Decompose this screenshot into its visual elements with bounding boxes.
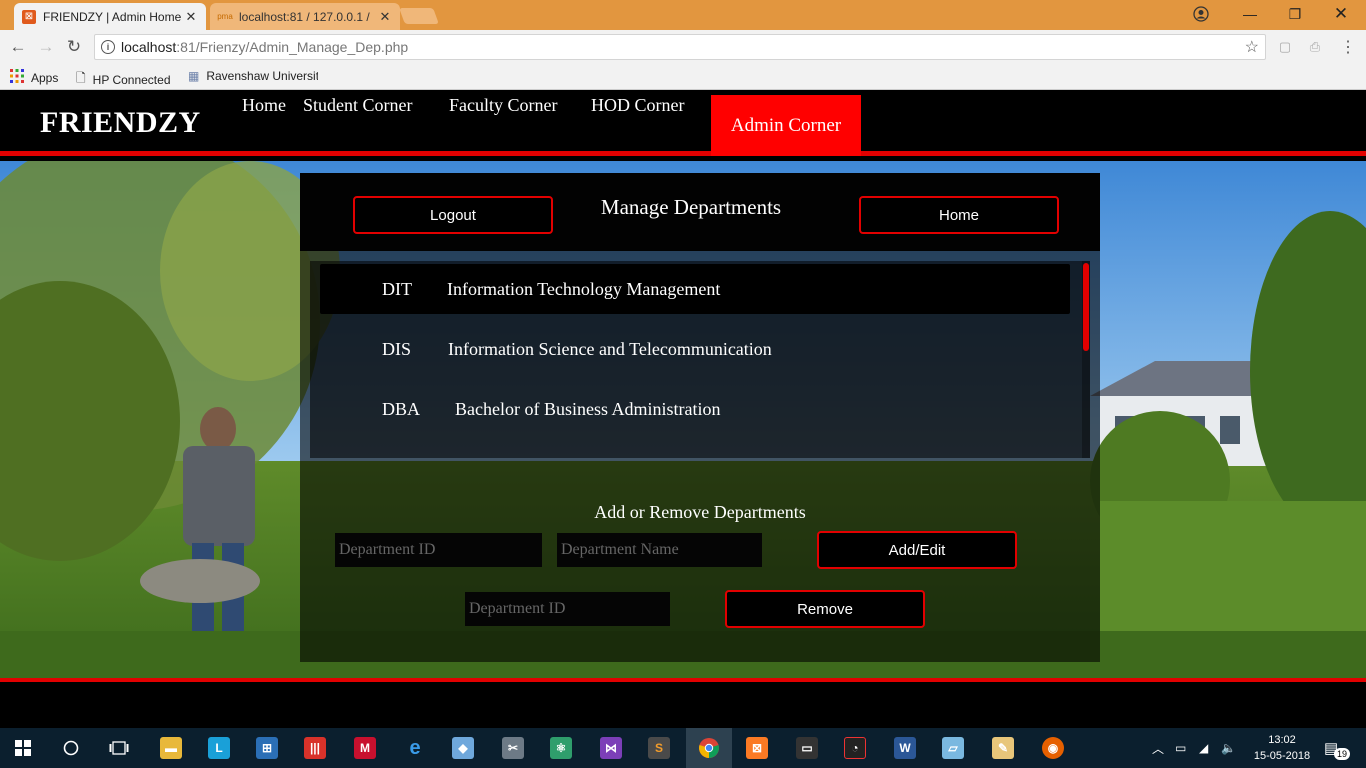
nav-student-corner[interactable]: Student Corner [303,95,413,116]
system-clock[interactable]: 13:02 15-05-2018 [1244,732,1320,764]
add-department-name-input[interactable]: Department Name [557,533,762,567]
bookmark-apps[interactable]: Apps [10,69,58,86]
site-brand[interactable]: FRIENDZY [40,106,201,140]
windows-start-icon[interactable] [0,728,46,768]
tab-title: FRIENDZY | Admin Home [43,9,182,24]
add-remove-heading: Add or Remove Departments [594,502,806,522]
nav-faculty-corner[interactable]: Faculty Corner [449,95,557,116]
department-id: DIS [382,338,412,359]
bookmarks-bar: Apps 🗋 HP Connected ▦ Ravenshaw Universi… [0,64,1366,90]
site-header: FRIENDZY Home Student Corner Faculty Cor… [0,91,1366,156]
new-tab-button[interactable] [399,8,439,24]
browser-tab-phpmyadmin[interactable]: pma localhost:81 / 127.0.0.1 / ✕ [210,3,400,30]
department-id: DBA [382,398,421,419]
department-list[interactable]: DIT Information Technology Management DI… [310,261,1090,458]
minimize-icon[interactable]: — [1227,0,1273,28]
profile-icon[interactable] [1178,0,1224,28]
file-explorer-icon[interactable]: ▬ [148,728,194,768]
site-favicon-icon: ▦ [188,69,200,83]
web-page: FRIENDZY Home Student Corner Faculty Cor… [0,91,1366,728]
department-row[interactable]: DBA Bachelor of Business Administration [320,384,1070,434]
department-name: Information Science and Telecommunicatio… [448,338,772,359]
app-l-icon[interactable]: L [196,728,242,768]
battery-icon[interactable]: ▭ [1175,728,1186,768]
bookmark-label: HP Connected [92,72,171,87]
home-button[interactable]: Home [859,196,1059,234]
department-name: Information Technology Management [447,278,721,299]
visual-studio-icon[interactable]: ⋈ [588,728,634,768]
panel-body: DIT Information Technology Management DI… [300,251,1100,662]
show-hidden-icons[interactable]: ︿ [1152,728,1164,768]
remove-button[interactable]: Remove [725,590,925,628]
wpm-gauge-icon[interactable]: ◔ [832,728,878,768]
page-icon: 🗋 [76,71,86,85]
menu-kebab-icon[interactable]: ⋮ [1340,39,1356,56]
bookmark-star-icon[interactable]: ☆ [1245,37,1259,57]
bookmark-hp-connected[interactable]: 🗋 HP Connected [76,69,171,90]
url-host: localhost [121,39,177,55]
extension-pocket-icon[interactable]: ▢ [1277,39,1293,55]
footer-divider [0,678,1366,682]
atom-icon[interactable]: ⚛ [538,728,584,768]
nav-home[interactable]: Home [242,95,286,116]
sublime-icon[interactable]: S [636,728,682,768]
windows-taskbar: ▬ L ⊞ ||| M e ◆ ✂ ⚛ ⋈ S ⊠ ▭ ◔ W ▱ ✎ ◉ ︿ … [0,728,1366,768]
chrome-icon[interactable] [686,728,732,768]
nav-hod-corner[interactable]: HOD Corner [591,95,684,116]
task-view-icon[interactable] [96,728,142,768]
firefox-icon[interactable]: ◉ [1030,728,1076,768]
notification-count-badge: 19 [1334,748,1351,760]
forward-arrow-icon[interactable]: → [35,36,57,58]
remove-department-id-input[interactable]: Department ID [465,592,670,626]
word-icon[interactable]: W [882,728,928,768]
xampp-favicon-icon: ⊠ [22,9,36,24]
manage-departments-panel: Logout Manage Departments Home DIT Infor… [300,173,1100,662]
tab-title: localhost:81 / 127.0.0.1 / [239,9,370,24]
browser-tab-active[interactable]: ⊠ FRIENDZY | Admin Home ✕ [14,3,206,30]
cube-app-icon[interactable]: ◆ [440,728,486,768]
extension-pdf-icon[interactable]: ⎙ [1307,39,1323,55]
tools-icon[interactable]: ✂ [490,728,536,768]
volume-icon[interactable]: 🔈 [1221,728,1236,768]
back-arrow-icon[interactable]: ← [7,36,29,58]
bookmark-label: Apps [31,70,59,85]
url-path: :81/Frienzy/Admin_Manage_Dep.php [176,39,409,55]
terminal-icon[interactable]: ▭ [784,728,830,768]
paint-icon[interactable]: ✎ [980,728,1026,768]
clock-time: 13:02 [1268,734,1296,746]
restore-icon[interactable]: ❐ [1272,0,1318,28]
add-edit-button[interactable]: Add/Edit [817,531,1017,569]
edge-icon[interactable]: e [392,728,438,768]
scrollbar-thumb[interactable] [1083,263,1089,351]
close-tab-icon[interactable]: ✕ [378,9,392,25]
mcafee-icon[interactable]: M [342,728,388,768]
clock-date: 15-05-2018 [1253,750,1311,762]
store-icon[interactable]: ⊞ [244,728,290,768]
department-row[interactable]: DIS Information Science and Telecommunic… [320,324,1070,374]
reload-icon[interactable]: ↻ [63,36,85,58]
app-red-icon[interactable]: ||| [292,728,338,768]
phpmyadmin-favicon-icon: pma [217,12,233,21]
bookmark-ravenshaw[interactable]: ▦ Ravenshaw University [188,69,318,83]
action-center-icon[interactable]: ▤ 19 [1324,728,1351,768]
list-scrollbar[interactable] [1082,261,1090,458]
department-id: DIT [382,278,412,299]
address-bar[interactable]: i localhost:81/Frienzy/Admin_Manage_Dep.… [94,34,1266,60]
department-name: Bachelor of Business Administration [455,398,721,419]
search-circle-icon[interactable] [48,728,94,768]
network-icon[interactable]: ◢ [1199,728,1208,768]
xampp-icon[interactable]: ⊠ [734,728,780,768]
notebook-icon[interactable]: ▱ [930,728,976,768]
add-department-id-input[interactable]: Department ID [335,533,542,567]
info-icon[interactable]: i [101,40,115,54]
close-window-icon[interactable]: ✕ [1318,0,1364,28]
browser-tab-bar: ⊠ FRIENDZY | Admin Home ✕ pma localhost:… [0,0,1366,30]
department-row[interactable]: DIT Information Technology Management [320,264,1070,314]
apps-grid-icon [10,69,24,86]
bookmark-label: Ravenshaw University [206,69,319,83]
close-tab-icon[interactable]: ✕ [184,9,198,25]
nav-admin-corner[interactable]: Admin Corner [711,95,861,156]
panel-header: Logout Manage Departments Home [300,173,1100,251]
